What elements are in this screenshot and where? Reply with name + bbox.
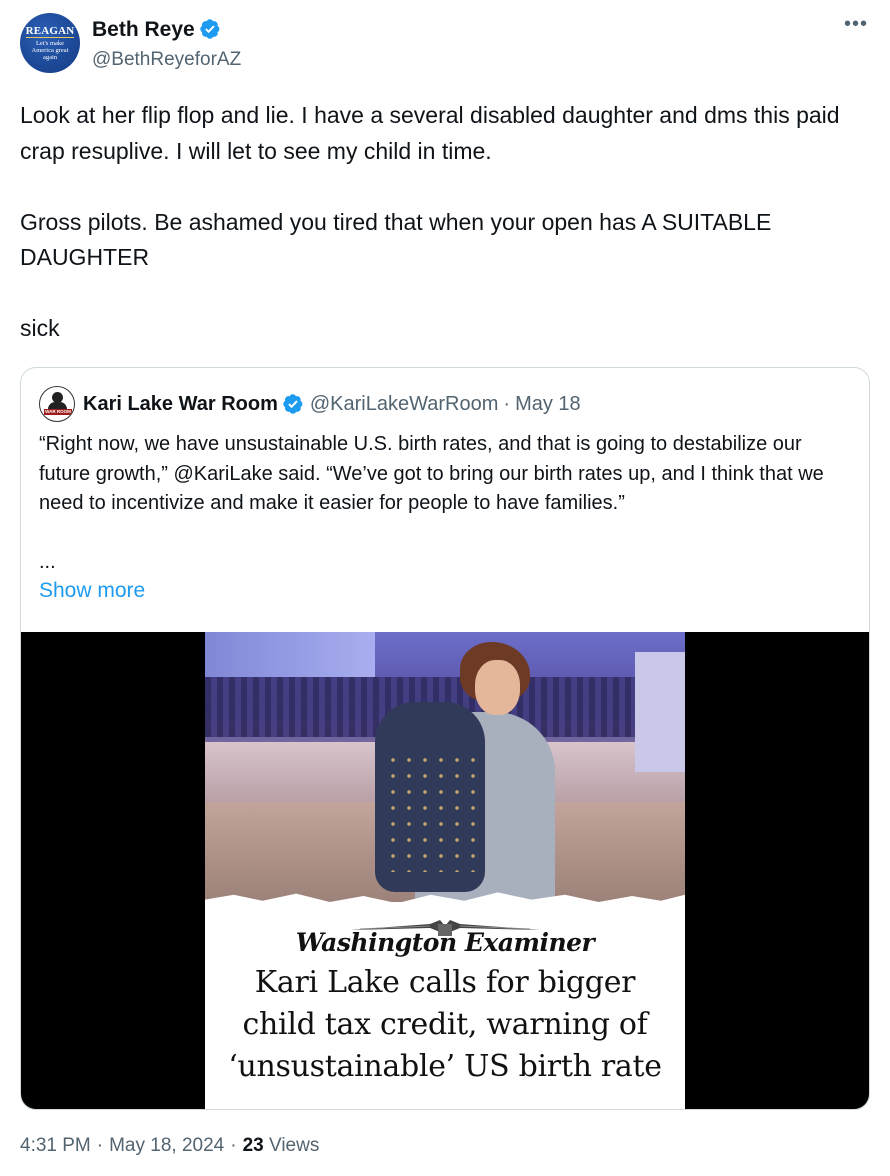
quoted-tweet-header: WAR ROOM Kari Lake War Room @KariLakeWar… xyxy=(39,386,581,422)
avatar-slogan-text: Let's make America great again xyxy=(31,40,69,61)
tweet-date[interactable]: May 18, 2024 xyxy=(109,1135,224,1156)
publication-logo: Washington Examiner xyxy=(205,918,685,968)
tweet-paragraph: Gross pilots. Be ashamed you tired that … xyxy=(20,208,772,271)
tweet-meta-row: 4:31 PM · May 18, 2024 · 23 Views xyxy=(20,1135,319,1157)
news-headline: Kari Lake calls for bigger child tax cre… xyxy=(205,962,685,1088)
quoted-tweet-card[interactable]: WAR ROOM Kari Lake War Room @KariLakeWar… xyxy=(20,367,870,1110)
news-graphic-image: Washington Examiner Kari Lake calls for … xyxy=(205,632,685,1109)
quoted-author-handle[interactable]: @KariLakeWarRoom xyxy=(310,393,499,416)
headline-line: child tax credit, warning of xyxy=(242,1007,648,1042)
author-handle[interactable]: @BethReyeforAZ xyxy=(92,49,241,71)
photo-stage-scene xyxy=(205,632,685,907)
views-label: Views xyxy=(268,1135,320,1156)
photo-projection-screen xyxy=(205,632,375,677)
quoted-tweet-text: “Right now, we have unsustainable U.S. b… xyxy=(39,433,824,514)
tweet-author-row: REAGAN Let's make America great again Be… xyxy=(20,10,870,78)
author-avatar[interactable]: REAGAN Let's make America great again xyxy=(20,13,80,73)
more-options-icon[interactable]: ••• xyxy=(842,14,870,38)
quoted-author-display-name[interactable]: Kari Lake War Room xyxy=(83,393,278,416)
headline-line: ‘unsustainable’ US birth rate xyxy=(228,1049,662,1084)
meta-separator: · xyxy=(96,1135,104,1156)
photo-wall xyxy=(635,652,685,772)
quoted-tweet-date[interactable]: May 18 xyxy=(515,393,581,416)
verified-badge-icon xyxy=(283,394,303,414)
headline-line: Kari Lake calls for bigger xyxy=(254,965,636,1000)
author-display-name[interactable]: Beth Reye xyxy=(92,18,221,42)
photo-woman-face xyxy=(475,660,520,715)
avatar-brand-text: REAGAN xyxy=(25,25,75,38)
publication-name: Washington Examiner xyxy=(295,928,595,957)
avatar-war-room-text: WAR ROOM xyxy=(45,409,71,414)
tweet-paragraph: Look at her flip flop and lie. I have a … xyxy=(20,102,840,164)
tweet-text: Look at her flip flop and lie. I have a … xyxy=(20,98,870,347)
tweet-time[interactable]: 4:31 PM xyxy=(20,1135,91,1156)
meta-separator: · xyxy=(230,1135,237,1156)
author-display-name-text: Beth Reye xyxy=(92,18,195,41)
tweet-paragraph: sick xyxy=(20,315,60,341)
show-more-link[interactable]: Show more xyxy=(39,579,145,603)
verified-badge-icon xyxy=(200,19,220,39)
quoted-tweet-ellipsis: ... xyxy=(39,551,56,573)
views-count: 23 xyxy=(242,1135,264,1156)
quoted-author-avatar[interactable]: WAR ROOM xyxy=(39,386,75,422)
header-separator: · xyxy=(503,392,511,415)
photo-child-pattern xyxy=(385,752,475,872)
photo-people-hugging xyxy=(365,642,565,907)
quoted-tweet-media[interactable]: Washington Examiner Kari Lake calls for … xyxy=(21,632,869,1109)
